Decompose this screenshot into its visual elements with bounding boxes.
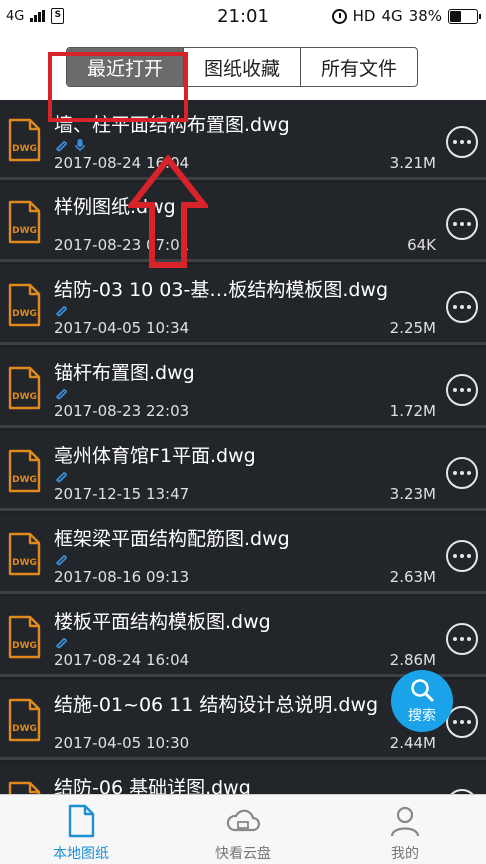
battery-fill [450, 10, 461, 22]
file-name: 结防-06 基础详图.dwg [54, 777, 251, 794]
nav-cloud-drive-label: 快看云盘 [215, 846, 271, 862]
dwg-file-icon-label: DWG [12, 226, 37, 236]
tab-header: 最近打开 图纸收藏 所有文件 [0, 34, 486, 100]
attachment-icon [56, 638, 67, 649]
hd-label: HD [352, 7, 376, 25]
dwg-file-icon-label: DWG [12, 475, 37, 485]
dwg-file-icon-label: DWG [12, 144, 37, 154]
more-options-button[interactable] [446, 291, 478, 323]
nav-profile-label: 我的 [391, 846, 419, 862]
file-meta-icons [54, 469, 68, 483]
file-name: 楼板平面结构模板图.dwg [54, 611, 271, 633]
more-options-button[interactable] [446, 374, 478, 406]
dwg-file-icon-label: DWG [12, 641, 37, 651]
segmented-tabs: 最近打开 图纸收藏 所有文件 [66, 47, 418, 87]
file-size: 2.63M [389, 568, 436, 586]
dwg-file-icon: DWG [8, 781, 41, 794]
attachment-icon [56, 141, 67, 152]
attachment-icon [56, 389, 67, 400]
dwg-file-icon: DWG [8, 698, 41, 742]
dwg-file-icon: DWG [8, 449, 41, 493]
file-meta-icons [54, 138, 86, 152]
dwg-file-icon: DWG [8, 366, 41, 410]
file-name: 结防-03 10 03-基…板结构模板图.dwg [54, 279, 389, 301]
dwg-file-icon: DWG [8, 118, 41, 162]
file-size: 3.21M [389, 154, 436, 172]
dwg-file-icon-label: DWG [12, 558, 37, 568]
status-right: HD 4G 38% [331, 7, 481, 25]
more-options-button[interactable] [446, 623, 478, 655]
nav-local-drawings[interactable]: 本地图纸 [0, 795, 162, 864]
file-row[interactable]: DWG 墙、柱平面结构布置图.dwg 2017-08-24 16:04 3.21M [0, 100, 486, 180]
file-row[interactable]: DWG 框架梁平面结构配筋图.dwg 2017-08-16 09:13 2.63M [0, 514, 486, 594]
file-date: 2017-08-16 09:13 [54, 568, 190, 586]
file-row[interactable]: DWG 锚杆布置图.dwg 2017-08-23 22:03 1.72M [0, 348, 486, 428]
file-row[interactable]: DWG 楼板平面结构模板图.dwg 2017-08-24 16:04 2.86M [0, 597, 486, 677]
search-button[interactable]: 搜索 [391, 670, 453, 732]
dwg-file-icon-label: DWG [12, 309, 37, 319]
tab-recent[interactable]: 最近打开 [67, 48, 184, 86]
tab-favorites[interactable]: 图纸收藏 [184, 48, 301, 86]
file-meta-icons [54, 303, 68, 317]
battery-percent: 38% [408, 7, 442, 25]
file-date: 2017-08-24 16:04 [54, 154, 190, 172]
document-icon [68, 804, 95, 838]
search-icon [411, 679, 434, 702]
tab-all-files[interactable]: 所有文件 [301, 48, 417, 86]
dwg-file-icon: DWG [8, 200, 41, 244]
more-options-button[interactable] [446, 208, 478, 240]
file-name: 亳州体育馆F1平面.dwg [54, 445, 256, 467]
dwg-file-icon-label: DWG [12, 392, 37, 402]
file-row[interactable]: DWG 结防-03 10 03-基…板结构模板图.dwg 2017-04-05 10… [0, 265, 486, 345]
file-meta-icons [54, 635, 68, 649]
network-right-label: 4G [381, 7, 403, 25]
file-row[interactable]: DWG 结防-06 基础详图.dwg [0, 763, 486, 794]
file-date: 2017-12-15 13:47 [54, 485, 190, 503]
file-name: 锚杆布置图.dwg [54, 362, 195, 384]
file-row[interactable]: DWG 样例图纸.dwg 2017-08-23 07:01 64K [0, 182, 486, 262]
file-date: 2017-04-05 10:34 [54, 319, 190, 337]
nav-cloud-drive[interactable]: 快看云盘 [162, 795, 324, 864]
file-size: 2.86M [389, 651, 436, 669]
more-options-button[interactable] [446, 126, 478, 158]
file-meta-icons [54, 386, 68, 400]
file-meta-icons [54, 552, 68, 566]
file-size: 1.72M [389, 402, 436, 420]
file-size: 3.23M [389, 485, 436, 503]
dwg-file-icon: DWG [8, 283, 41, 327]
search-button-label: 搜索 [408, 708, 436, 724]
file-name: 样例图纸.dwg [54, 196, 176, 218]
nav-local-drawings-label: 本地图纸 [53, 846, 109, 862]
dwg-file-icon-label: DWG [12, 724, 37, 734]
file-date: 2017-04-05 10:30 [54, 734, 190, 752]
file-date: 2017-08-23 07:01 [54, 236, 190, 254]
dwg-file-icon: DWG [8, 615, 41, 659]
attachment-icon [56, 472, 67, 483]
attachment-icon [56, 306, 67, 317]
file-date: 2017-08-23 22:03 [54, 402, 190, 420]
alarm-icon [331, 8, 347, 24]
dwg-file-icon: DWG [8, 532, 41, 576]
user-icon [390, 806, 420, 837]
battery-icon [448, 8, 481, 24]
file-name: 墙、柱平面结构布置图.dwg [54, 114, 290, 136]
file-row[interactable]: DWG 亳州体育馆F1平面.dwg 2017-12-15 13:47 3.23M [0, 431, 486, 511]
file-name: 框架梁平面结构配筋图.dwg [54, 528, 290, 550]
status-bar: 4G S 21:01 HD 4G 38% [0, 0, 486, 34]
file-date: 2017-08-24 16:04 [54, 651, 190, 669]
cloud-icon [226, 809, 261, 832]
bottom-nav: 本地图纸 快看云盘 我的 [0, 794, 486, 864]
file-size: 2.44M [389, 734, 436, 752]
more-options-button[interactable] [446, 540, 478, 572]
attachment-icon [56, 555, 67, 566]
nav-profile[interactable]: 我的 [324, 795, 486, 864]
file-size: 2.25M [389, 319, 436, 337]
more-options-button[interactable] [446, 457, 478, 489]
file-name: 结施-01~06 11 结构设计总说明.dwg [54, 694, 379, 716]
microphone-icon [75, 139, 85, 151]
file-size: 64K [407, 236, 436, 254]
